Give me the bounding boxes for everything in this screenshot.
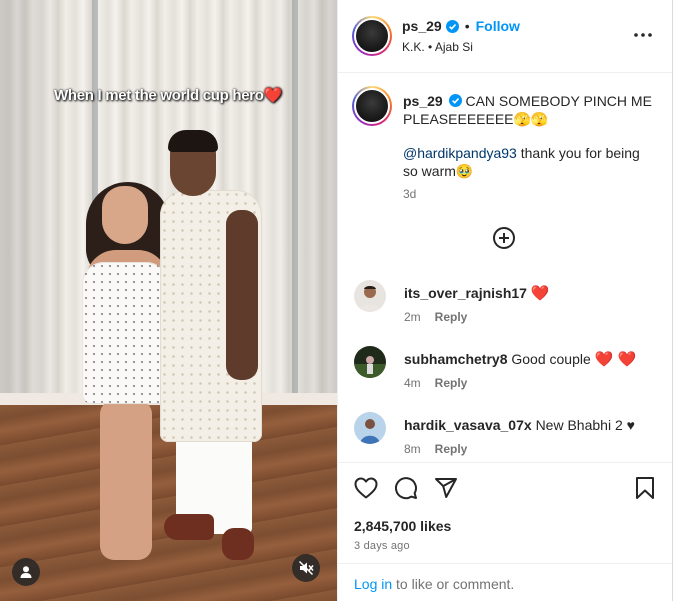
- separator-dot: •: [464, 18, 470, 34]
- comment-body: New Bhabhi 2 ♥: [535, 417, 635, 433]
- heart-emoji: ❤️: [263, 87, 283, 104]
- man-shoe: [164, 514, 214, 540]
- dress-pattern: [82, 262, 168, 404]
- comment-meta: 8m Reply: [404, 442, 467, 456]
- plus-circle-icon: [493, 227, 515, 249]
- overlay-text: When I met the world cup hero: [54, 87, 264, 104]
- commenter-username[interactable]: subhamchetry8: [404, 351, 507, 367]
- likes-count[interactable]: 2,845,700 likes: [354, 518, 451, 534]
- verified-badge-icon: [448, 94, 462, 107]
- comment-text: subhamchetry8 Good couple ❤️ ❤️: [404, 350, 654, 369]
- author-username[interactable]: ps_29: [402, 18, 442, 34]
- caption-username[interactable]: ps_29: [403, 93, 443, 109]
- caption-author-avatar[interactable]: [352, 86, 392, 126]
- comment-meta: 4m Reply: [404, 376, 467, 390]
- reply-button[interactable]: Reply: [435, 442, 468, 456]
- woman-legs: [100, 400, 152, 560]
- save-button[interactable]: [632, 475, 658, 501]
- user-icon: [20, 566, 32, 578]
- dialog-edge: [672, 0, 677, 601]
- heart-emoji: ❤️ ❤️: [594, 351, 637, 368]
- media-overlay-caption: When I met the world cup hero❤️: [54, 86, 282, 104]
- bookmark-icon: [636, 477, 654, 499]
- like-button[interactable]: [353, 475, 379, 501]
- post-dialog: When I met the world cup hero❤️ ps_29 • …: [0, 0, 677, 601]
- verified-badge-icon: [445, 19, 459, 33]
- speaker-muted-icon: [298, 560, 314, 576]
- woman-face: [102, 186, 148, 244]
- follow-button[interactable]: Follow: [476, 18, 520, 34]
- caption-text: ps_29 CAN SOMEBODY PINCH ME PLEASEEEEEEE…: [403, 92, 659, 128]
- post-side-panel: ps_29 • Follow K.K. • Ajab Si ps_29 CAN …: [337, 0, 673, 601]
- divider: [338, 462, 673, 463]
- commenter-avatar[interactable]: [354, 280, 386, 312]
- ellipsis-icon: [634, 33, 652, 37]
- more-options-button[interactable]: [631, 25, 655, 45]
- author-avatar[interactable]: [352, 16, 392, 56]
- avatar-image: [354, 18, 390, 54]
- post-actions: [338, 472, 673, 506]
- man-arm: [226, 210, 258, 380]
- reply-button[interactable]: Reply: [435, 310, 468, 324]
- comment-button[interactable]: [393, 475, 419, 501]
- comment-item: hardik_vasava_07x New Bhabhi 2 ♥ 8m Repl…: [338, 412, 673, 468]
- man-hair: [168, 130, 218, 152]
- commenter-avatar[interactable]: [354, 346, 386, 378]
- comment-item: its_over_rajnish17 ❤️ 2m Reply: [338, 280, 673, 336]
- caption-timestamp[interactable]: 3d: [403, 187, 416, 201]
- load-more-comments-button[interactable]: [492, 226, 516, 250]
- author-line: ps_29 • Follow: [402, 18, 520, 34]
- mention-link[interactable]: @hardikpandya93: [403, 145, 517, 161]
- login-link[interactable]: Log in: [354, 576, 392, 592]
- avatar-image: [354, 88, 390, 124]
- post-media[interactable]: When I met the world cup hero❤️: [0, 0, 337, 601]
- commenter-username[interactable]: its_over_rajnish17: [404, 285, 527, 301]
- comment-time[interactable]: 4m: [404, 376, 421, 390]
- login-prompt: Log in to like or comment.: [354, 576, 514, 592]
- comment-text: its_over_rajnish17 ❤️: [404, 284, 654, 303]
- speech-bubble-icon: [395, 477, 417, 500]
- comment-time[interactable]: 2m: [404, 310, 421, 324]
- login-prompt-text: to like or comment.: [392, 576, 515, 592]
- post-date[interactable]: 3 days ago: [354, 540, 410, 552]
- audio-mute-button[interactable]: [292, 554, 320, 582]
- window-frame: [292, 0, 298, 395]
- login-prompt-bar: Log in to like or comment.: [338, 563, 673, 601]
- comment-item: subhamchetry8 Good couple ❤️ ❤️ 4m Reply: [338, 346, 673, 402]
- reply-button[interactable]: Reply: [435, 376, 468, 390]
- commenter-username[interactable]: hardik_vasava_07x: [404, 417, 532, 433]
- comment-body: Good couple: [511, 351, 591, 367]
- tagged-users-button[interactable]: [12, 558, 40, 586]
- caption-second-line: @hardikpandya93 thank you for being so w…: [403, 144, 653, 180]
- paper-plane-icon: [435, 478, 457, 498]
- post-header: ps_29 • Follow K.K. • Ajab Si: [338, 0, 673, 73]
- heart-outline-icon: [354, 477, 378, 499]
- comment-time[interactable]: 8m: [404, 442, 421, 456]
- audio-track-link[interactable]: K.K. • Ajab Si: [402, 40, 473, 54]
- comment-body: ❤️: [530, 285, 550, 302]
- man-shoe: [222, 528, 254, 560]
- comment-meta: 2m Reply: [404, 310, 467, 324]
- commenter-avatar[interactable]: [354, 412, 386, 444]
- comment-text: hardik_vasava_07x New Bhabhi 2 ♥: [404, 416, 654, 434]
- share-button[interactable]: [433, 475, 459, 501]
